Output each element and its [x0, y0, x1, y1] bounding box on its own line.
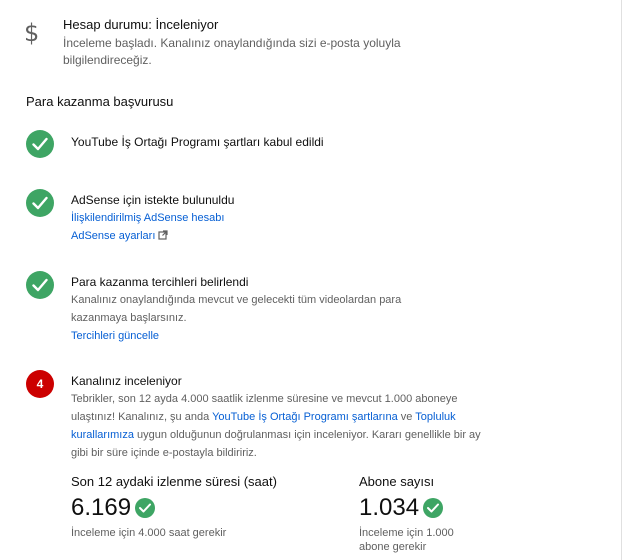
ypp-terms-link[interactable]: YouTube İş Ortağı Programı şartlarına: [212, 411, 398, 423]
check-circle-icon: [26, 189, 54, 217]
step-review-description: Tebrikler, son 12 ayda 4.000 saatlik izl…: [71, 390, 499, 462]
adsense-settings-label: AdSense ayarları: [71, 230, 156, 242]
metric-value: 1.034: [359, 494, 420, 521]
step-title: Kanalınız inceleniyor: [71, 374, 182, 388]
metric-value: 6.169: [71, 494, 132, 521]
metric-label: Abone sayısı: [359, 474, 435, 489]
dollar-icon: $: [24, 19, 40, 47]
linked-adsense-account-link[interactable]: İlişkilendirilmiş AdSense hesabı: [71, 209, 511, 227]
step-title: AdSense için istekte bulunuldu: [71, 193, 235, 207]
step-title: YouTube İş Ortağı Programı şartları kabu…: [71, 135, 324, 149]
metric-label: Son 12 aydaki izlenme süresi (saat): [71, 474, 277, 489]
account-status-description: İnceleme başladı. Kanalınız onaylandığın…: [63, 36, 401, 67]
metric-note: İnceleme için 1.000 abone gerekir: [359, 527, 454, 553]
step-number-badge: 4: [26, 370, 54, 398]
review-text-2: ve: [397, 411, 416, 423]
external-link-icon: [158, 228, 168, 246]
section-title: Para kazanma başvurusu: [26, 94, 174, 109]
metric-note: İnceleme için 4.000 saat gerekir: [71, 527, 227, 539]
check-circle-icon: [423, 498, 444, 518]
check-circle-icon: [26, 130, 54, 158]
check-circle-icon: [135, 498, 156, 518]
panel-divider: [621, 0, 622, 560]
metric-subscribers: Abone sayısı 1.034 İnceleme için 1.000 a…: [359, 474, 479, 554]
adsense-settings-link[interactable]: AdSense ayarları: [71, 227, 511, 246]
step-description: Kanalınız onaylandığında mevcut ve gelec…: [71, 294, 402, 324]
metric-watch-time: Son 12 aydaki izlenme süresi (saat) 6.16…: [71, 474, 277, 540]
step-title: Para kazanma tercihleri belirlendi: [71, 275, 249, 289]
account-status-title: Hesap durumu: İnceleniyor: [63, 17, 219, 32]
check-circle-icon: [26, 271, 54, 299]
update-preferences-link[interactable]: Tercihleri güncelle: [71, 327, 511, 345]
